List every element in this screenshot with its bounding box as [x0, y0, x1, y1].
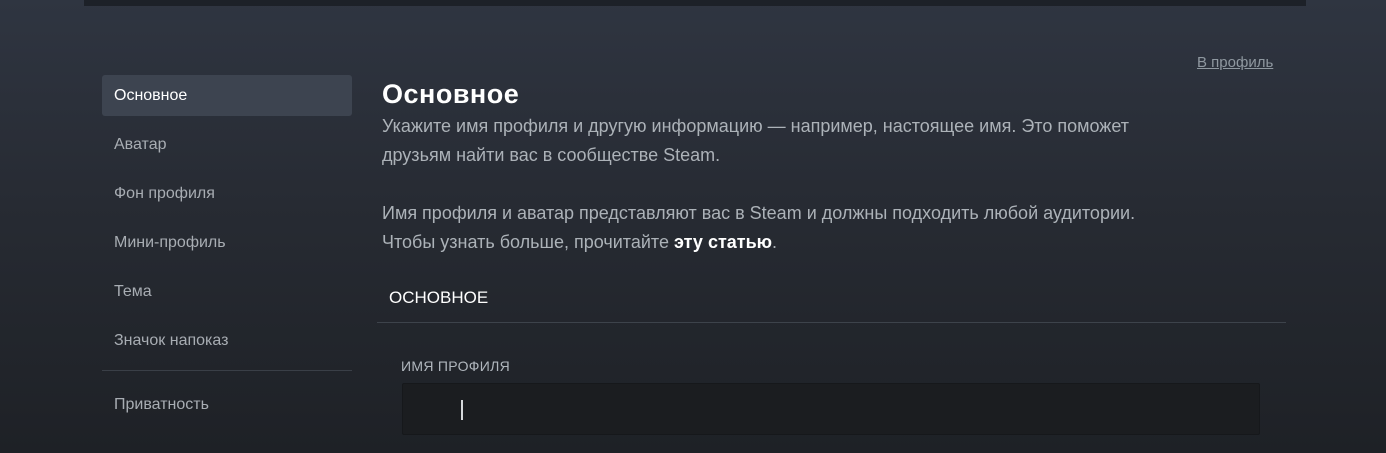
- sidebar-item-avatar[interactable]: Аватар: [102, 124, 352, 165]
- policy-line-2-suffix: .: [772, 232, 778, 252]
- settings-sidebar: Основное Аватар Фон профиля Мини-профиль…: [102, 75, 352, 433]
- policy-line-2-prefix: Чтобы узнать больше, прочитайте: [382, 232, 674, 252]
- text-caret: [461, 400, 463, 420]
- intro-text: Укажите имя профиля и другую информацию …: [382, 112, 1262, 170]
- sidebar-item-general[interactable]: Основное: [102, 75, 352, 116]
- general-section: ОСНОВНОЕ ИМЯ ПРОФИЛЯ: [377, 280, 1286, 435]
- sidebar-item-profile-background[interactable]: Фон профиля: [102, 173, 352, 214]
- intro-line-1: Укажите имя профиля и другую информацию …: [382, 116, 1129, 136]
- profile-name-label: ИМЯ ПРОФИЛЯ: [401, 358, 511, 374]
- sidebar-item-privacy[interactable]: Приватность: [102, 384, 352, 425]
- sidebar-item-mini-profile[interactable]: Мини-профиль: [102, 222, 352, 263]
- back-to-profile-link[interactable]: В профиль: [1197, 54, 1273, 71]
- top-bar: [84, 0, 1306, 6]
- sidebar-item-theme[interactable]: Тема: [102, 271, 352, 312]
- intro-line-2: друзьям найти вас в сообществе Steam.: [382, 145, 721, 165]
- sidebar-divider: [102, 370, 352, 371]
- policy-line-1: Имя профиля и аватар представляют вас в …: [382, 203, 1136, 223]
- sidebar-item-featured-badge[interactable]: Значок напоказ: [102, 320, 352, 361]
- policy-text: Имя профиля и аватар представляют вас в …: [382, 199, 1262, 257]
- main-content: Основное Укажите имя профиля и другую ин…: [382, 77, 1286, 257]
- article-link[interactable]: эту статью: [674, 232, 772, 252]
- page-title: Основное: [382, 79, 520, 109]
- section-header: ОСНОВНОЕ: [377, 280, 1286, 323]
- profile-name-input[interactable]: [402, 383, 1260, 435]
